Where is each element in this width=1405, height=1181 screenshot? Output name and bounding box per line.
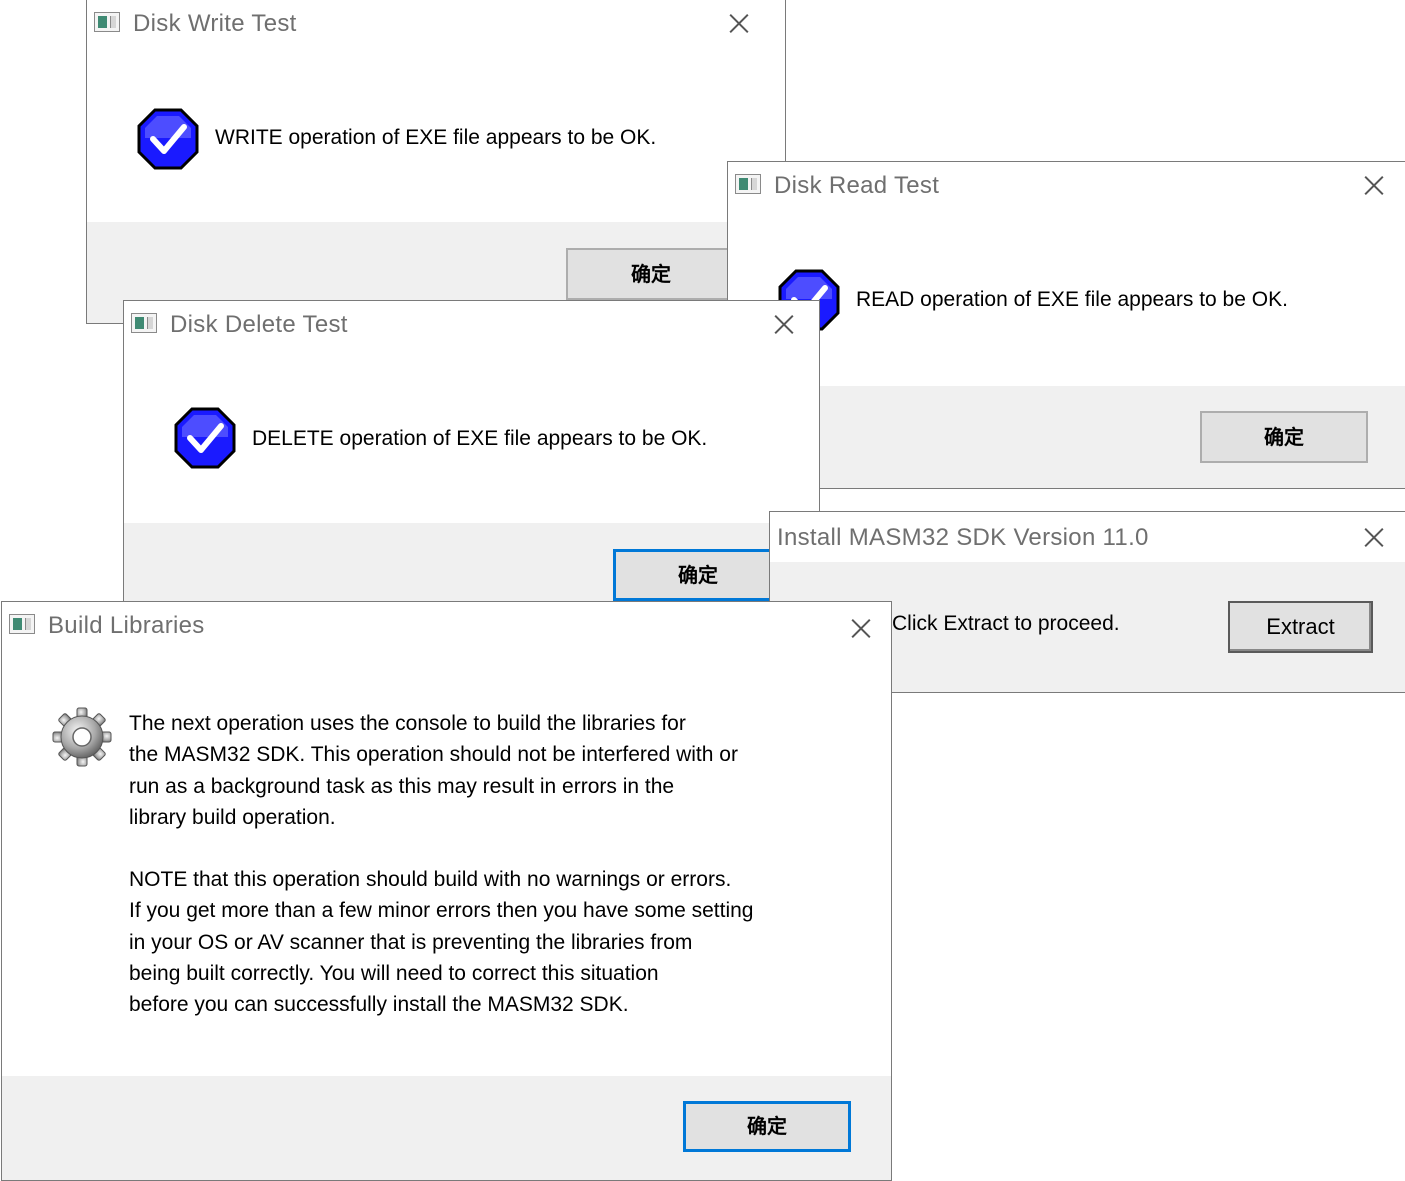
app-window-icon bbox=[735, 174, 761, 194]
text-line: library build operation. bbox=[129, 805, 336, 829]
text-line: The next operation uses the console to b… bbox=[129, 712, 686, 735]
build-libraries-dialog: Build Libraries The next operation uses … bbox=[1, 601, 892, 1181]
title-bar[interactable]: Build Libraries bbox=[2, 602, 891, 650]
dialog-title: Disk Delete Test bbox=[170, 311, 348, 338]
app-window-icon bbox=[94, 12, 120, 32]
paragraph-1: The next operation uses the console to b… bbox=[129, 708, 753, 833]
title-bar[interactable]: Disk Read Test bbox=[728, 162, 1405, 210]
paragraph-2: NOTE that this operation should build wi… bbox=[129, 864, 753, 1020]
status-message: READ operation of EXE file appears to be… bbox=[856, 288, 1288, 311]
status-message: WRITE operation of EXE file appears to b… bbox=[215, 126, 657, 149]
text-line: If you get more than a few minor errors … bbox=[129, 899, 754, 923]
text-line: the MASM32 SDK. This operation should no… bbox=[129, 743, 738, 767]
title-bar[interactable]: Disk Delete Test bbox=[124, 301, 819, 349]
close-icon[interactable] bbox=[1359, 522, 1389, 552]
status-message: DELETE operation of EXE file appears to … bbox=[252, 427, 708, 450]
disk-delete-test-dialog: Disk Delete Test DELETE operation of EXE… bbox=[123, 300, 820, 610]
text-line: before you can successfully install the … bbox=[129, 993, 629, 1017]
title-bar[interactable]: Disk Write Test bbox=[87, 0, 785, 48]
app-window-icon bbox=[9, 614, 35, 634]
ok-button[interactable]: 确定 bbox=[613, 549, 783, 601]
checkmark-shield-icon bbox=[137, 108, 199, 170]
dialog-title: Disk Write Test bbox=[133, 10, 297, 37]
disk-read-test-dialog: Disk Read Test READ operation of EXE fil… bbox=[727, 161, 1405, 489]
instruction-text: Click Extract to proceed. bbox=[892, 612, 1120, 635]
gear-icon bbox=[52, 707, 112, 767]
checkmark-shield-icon bbox=[174, 407, 236, 469]
title-bar[interactable]: Install MASM32 SDK Version 11.0 bbox=[770, 512, 1405, 562]
text-line: run as a background task as this may res… bbox=[129, 774, 675, 798]
close-icon[interactable] bbox=[1359, 170, 1389, 200]
message-body: The next operation uses the console to b… bbox=[129, 708, 753, 1021]
button-bar: 确定 bbox=[728, 386, 1405, 488]
dialog-title: Build Libraries bbox=[48, 612, 205, 639]
ok-button[interactable]: 确定 bbox=[566, 248, 736, 300]
close-icon[interactable] bbox=[769, 309, 799, 339]
close-icon[interactable] bbox=[846, 613, 876, 643]
ok-button[interactable]: 确定 bbox=[683, 1101, 851, 1152]
button-bar: 确定 bbox=[124, 523, 819, 609]
text-line: NOTE that this operation should build wi… bbox=[129, 868, 732, 892]
text-line: in your OS or AV scanner that is prevent… bbox=[129, 930, 693, 954]
extract-button[interactable]: Extract bbox=[1228, 601, 1373, 653]
disk-write-test-dialog: Disk Write Test WRITE operation of EXE f… bbox=[86, 0, 786, 324]
text-line: being built correctly. You will need to … bbox=[129, 962, 659, 986]
dialog-title: Install MASM32 SDK Version 11.0 bbox=[777, 524, 1149, 551]
app-window-icon bbox=[131, 313, 157, 333]
ok-button[interactable]: 确定 bbox=[1200, 411, 1368, 463]
button-bar: 确定 bbox=[2, 1076, 891, 1180]
close-icon[interactable] bbox=[724, 8, 754, 38]
dialog-title: Disk Read Test bbox=[774, 172, 940, 199]
